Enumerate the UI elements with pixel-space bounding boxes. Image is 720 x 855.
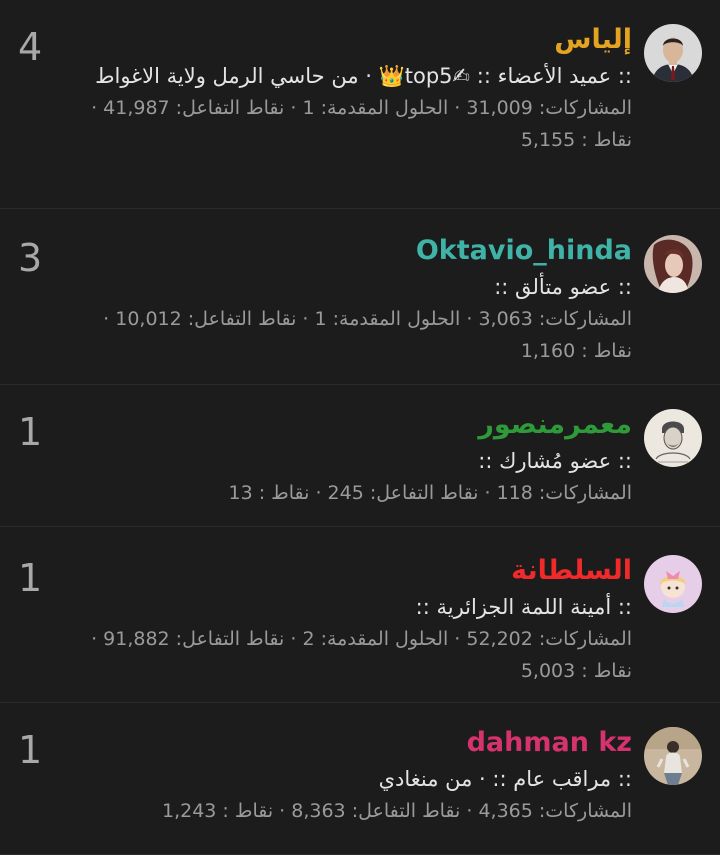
cartoon-girl-icon bbox=[644, 555, 702, 613]
cartoon-girl-avatar[interactable] bbox=[644, 555, 702, 613]
leaderboard-list: إلياس :: عميد الأعضاء :: ✍top5👑 · من حاس… bbox=[0, 0, 720, 855]
woman-portrait-icon bbox=[644, 235, 702, 293]
score-count: 1 bbox=[18, 728, 43, 772]
member-info: السلطانة :: أمينة اللمة الجزائرية :: الم… bbox=[18, 551, 632, 687]
man-portrait-icon bbox=[644, 24, 702, 82]
score-count: 1 bbox=[18, 556, 43, 600]
list-item[interactable]: معمرمنصور :: عضو مُشارك :: المشاركات: 11… bbox=[0, 385, 720, 527]
score-count: 1 bbox=[18, 410, 43, 454]
member-title: :: أمينة اللمة الجزائرية :: bbox=[415, 595, 632, 619]
list-item[interactable]: إلياس :: عميد الأعضاء :: ✍top5👑 · من حاس… bbox=[0, 0, 720, 209]
member-title: :: عميد الأعضاء :: ✍top5👑 · من حاسي الرم… bbox=[95, 64, 632, 88]
woman-portrait-avatar[interactable] bbox=[644, 235, 702, 293]
member-stats: المشاركات: 31,009 · الحلول المقدمة: 1 · … bbox=[91, 97, 632, 151]
member-stats: المشاركات: 52,202 · الحلول المقدمة: 2 · … bbox=[91, 628, 632, 682]
list-item[interactable]: Oktavio_hinda :: عضو متألق :: المشاركات:… bbox=[0, 209, 720, 385]
member-title: :: عضو مُشارك :: bbox=[478, 449, 632, 473]
username[interactable]: معمرمنصور bbox=[78, 405, 632, 445]
member-info: إلياس :: عميد الأعضاء :: ✍top5👑 · من حاس… bbox=[18, 20, 632, 156]
member-info: معمرمنصور :: عضو مُشارك :: المشاركات: 11… bbox=[18, 405, 632, 509]
man-portrait-avatar[interactable] bbox=[644, 24, 702, 82]
score-count: 3 bbox=[18, 236, 43, 280]
score-count: 4 bbox=[18, 25, 43, 69]
username[interactable]: إلياس bbox=[78, 20, 632, 60]
member-stats: المشاركات: 118 · نقاط التفاعل: 245 · نقا… bbox=[228, 482, 632, 504]
username[interactable]: dahman kz bbox=[78, 723, 632, 763]
username[interactable]: Oktavio_hinda bbox=[78, 231, 632, 271]
member-info: dahman kz :: مراقب عام :: · من منغادي ال… bbox=[18, 723, 632, 827]
sketch-portrait-icon bbox=[644, 409, 702, 467]
username[interactable]: السلطانة bbox=[78, 551, 632, 591]
list-item[interactable]: dahman kz :: مراقب عام :: · من منغادي ال… bbox=[0, 703, 720, 855]
person-photo-avatar[interactable] bbox=[644, 727, 702, 785]
sketch-portrait-avatar[interactable] bbox=[644, 409, 702, 467]
member-title: :: عضو متألق :: bbox=[494, 275, 632, 299]
member-title: :: مراقب عام :: · من منغادي bbox=[378, 767, 632, 791]
member-stats: المشاركات: 3,063 · الحلول المقدمة: 1 · ن… bbox=[103, 308, 632, 362]
list-item[interactable]: السلطانة :: أمينة اللمة الجزائرية :: الم… bbox=[0, 527, 720, 703]
member-info: Oktavio_hinda :: عضو متألق :: المشاركات:… bbox=[18, 231, 632, 367]
member-stats: المشاركات: 4,365 · نقاط التفاعل: 8,363 ·… bbox=[161, 800, 632, 822]
person-photo-icon bbox=[644, 727, 702, 785]
